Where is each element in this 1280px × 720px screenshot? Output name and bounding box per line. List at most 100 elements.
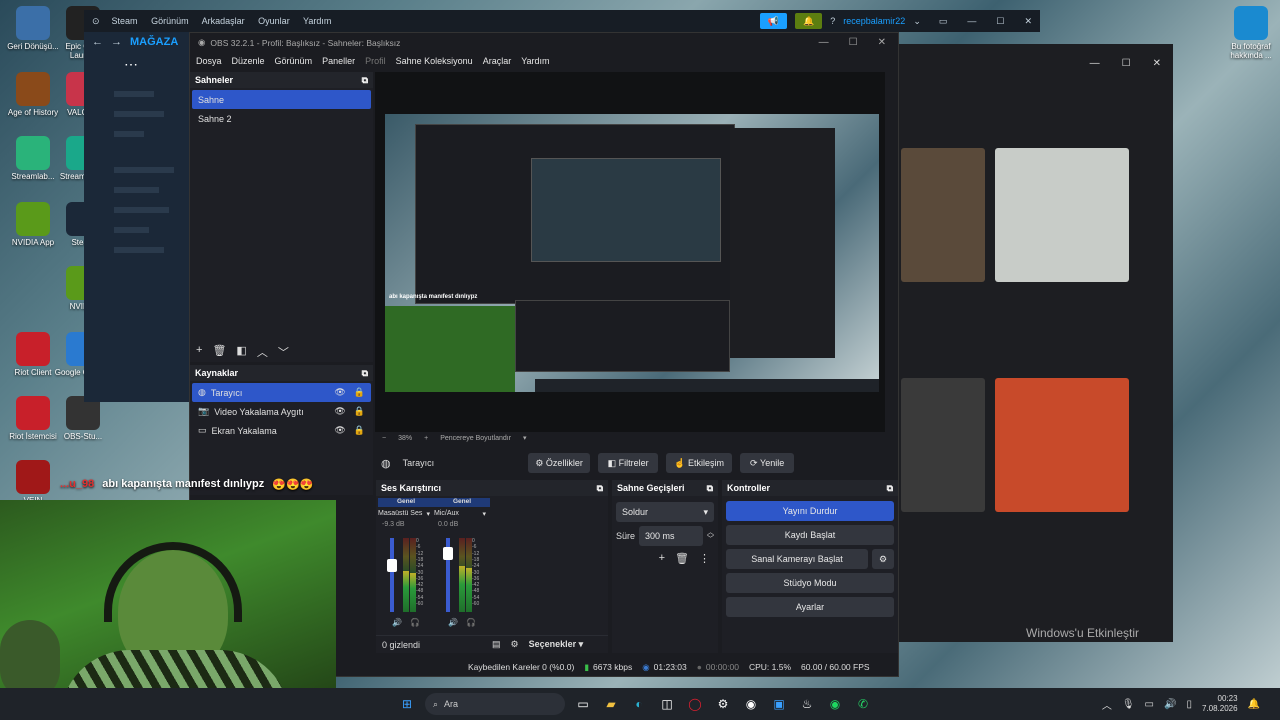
visibility-eye-icon[interactable]: 👁	[334, 425, 345, 436]
album-tile[interactable]	[995, 378, 1129, 512]
desktop-icon[interactable]: Bu fotoğraf hakkında ...	[1222, 6, 1280, 61]
monitor-icon[interactable]: ▭	[939, 16, 948, 27]
store-tab[interactable]: MAĞAZA	[130, 36, 178, 48]
help-button[interactable]: ?	[830, 16, 835, 26]
minimize-button[interactable]: —	[1090, 58, 1100, 69]
mixer-options-button[interactable]: Seçenekler ▾	[529, 639, 584, 650]
zoom-in-icon[interactable]: +	[424, 435, 428, 442]
start-recording-button[interactable]: Kaydı Başlat	[726, 525, 894, 545]
move-down-icon[interactable]: ﹀	[278, 344, 289, 360]
source-item[interactable]: ▭ Ekran Yakalama 👁 🔒	[192, 421, 371, 440]
announce-button[interactable]: 📢	[759, 13, 788, 29]
volume-fader-handle[interactable]	[387, 558, 397, 572]
headphones-icon[interactable]: 🎧	[466, 618, 476, 627]
trash-icon[interactable]: 🗑	[675, 552, 689, 565]
layout-icon[interactable]: ▤	[492, 639, 501, 650]
undock-icon[interactable]: ⧉	[597, 483, 603, 494]
file-explorer-icon[interactable]: ▰	[600, 693, 622, 715]
filter-icon[interactable]: ◧	[236, 344, 246, 360]
preview-area[interactable]: abı kapanışta manıfest dınlıypz	[375, 72, 885, 432]
settings-icon[interactable]: ⚙	[511, 639, 519, 650]
album-tile[interactable]	[995, 148, 1129, 282]
task-view-icon[interactable]: ▭	[572, 693, 594, 715]
spotify-icon[interactable]: ◉	[824, 693, 846, 715]
zoom-out-icon[interactable]: −	[382, 435, 386, 442]
interact-button[interactable]: ☝ Etkileşim	[666, 453, 733, 473]
edge-icon[interactable]: ◐	[628, 693, 650, 715]
transition-select[interactable]: Soldur ▾	[616, 502, 714, 522]
minimize-button[interactable]: —	[967, 16, 976, 26]
forward-icon[interactable]: →	[111, 36, 122, 48]
chevron-down-icon[interactable]: ▾	[523, 434, 527, 442]
photos-icon[interactable]: ▣	[768, 693, 790, 715]
menu-file[interactable]: Dosya	[196, 56, 222, 66]
source-item[interactable]: 📷 Video Yakalama Aygıtı 👁 🔒	[192, 402, 371, 421]
menu-view[interactable]: Görünüm	[275, 56, 313, 66]
source-item[interactable]: ◍ Tarayıcı 👁 🔒	[192, 383, 371, 402]
filters-button[interactable]: ◧ Filtreler	[598, 453, 659, 473]
settings-icon[interactable]: ⚙	[712, 693, 734, 715]
whatsapp-icon[interactable]: ✆	[852, 693, 874, 715]
album-tile[interactable]	[901, 148, 985, 282]
maximize-button[interactable]: ☐	[996, 16, 1004, 27]
mute-icon[interactable]: 🔊	[448, 618, 458, 627]
visibility-eye-icon[interactable]: 👁	[334, 406, 345, 417]
stepper-icon[interactable]: ︿ ﹀	[707, 529, 714, 543]
steam-menu-view[interactable]: Görünüm	[151, 16, 189, 26]
undock-icon[interactable]: ⧉	[362, 368, 368, 379]
menu-help[interactable]: Yardım	[521, 56, 549, 66]
menu-tools[interactable]: Araçlar	[483, 56, 512, 66]
notifications-button[interactable]: 🔔	[795, 13, 823, 29]
close-button[interactable]: ✕	[878, 37, 886, 48]
desktop-icon[interactable]: VEIN	[4, 460, 62, 506]
clock[interactable]: 00:23 7.08.2026	[1202, 694, 1238, 715]
add-icon[interactable]: +	[196, 344, 202, 360]
start-virtual-camera-button[interactable]: Sanal Kamerayı Başlat	[726, 549, 868, 569]
steam-menu-steam[interactable]: Steam	[112, 16, 138, 26]
album-tile[interactable]	[901, 378, 985, 512]
steam-user[interactable]: recepbalamir22	[843, 16, 905, 26]
volume-fader-handle[interactable]	[443, 546, 453, 560]
more-icon[interactable]: ⋯	[84, 52, 199, 77]
battery-icon[interactable]: ▯	[1186, 699, 1192, 710]
steam-menu-friends[interactable]: Arkadaşlar	[202, 16, 245, 26]
studio-mode-button[interactable]: Stüdyo Modu	[726, 573, 894, 593]
menu-docks[interactable]: Paneller	[322, 56, 355, 66]
channel-name-row[interactable]: Masaüstü Ses ▾	[378, 510, 434, 518]
lock-icon[interactable]: 🔒	[354, 425, 365, 436]
lock-icon[interactable]: 🔒	[354, 406, 365, 417]
menu-scene-collection[interactable]: Sahne Koleksiyonu	[396, 56, 473, 66]
minimize-button[interactable]: —	[819, 37, 829, 48]
refresh-button[interactable]: ⟳ Yenile	[740, 453, 795, 473]
settings-button[interactable]: Ayarlar	[726, 597, 894, 617]
close-button[interactable]: ✕	[1153, 58, 1161, 69]
obs-icon[interactable]: ◉	[740, 693, 762, 715]
maximize-button[interactable]: ☐	[1122, 58, 1131, 69]
back-icon[interactable]: ←	[92, 36, 103, 48]
undock-icon[interactable]: ⧉	[362, 75, 368, 86]
menu-profile[interactable]: Profil	[365, 56, 386, 66]
headphones-icon[interactable]: 🎧	[410, 618, 420, 627]
steam-menu-help[interactable]: Yardım	[303, 16, 331, 26]
undock-icon[interactable]: ⧉	[887, 483, 893, 494]
desktop-icon[interactable]: OBS-Stu...	[54, 396, 112, 442]
properties-button[interactable]: ⚙ Özellikler	[528, 453, 591, 473]
start-button[interactable]: ⊞	[396, 693, 418, 715]
fit-to-window[interactable]: Pencereye Boyutlandır	[440, 435, 511, 442]
menu-edit[interactable]: Düzenle	[232, 56, 265, 66]
chevron-up-icon[interactable]: ︿	[1102, 697, 1112, 712]
lock-icon[interactable]: 🔒	[354, 387, 365, 398]
steam-icon[interactable]: ♨	[796, 693, 818, 715]
move-up-icon[interactable]: ︿	[257, 344, 268, 360]
maximize-button[interactable]: ☐	[849, 37, 858, 48]
duration-input[interactable]: 300 ms	[639, 526, 703, 546]
trash-icon[interactable]: 🗑	[212, 344, 226, 360]
visibility-eye-icon[interactable]: 👁	[334, 387, 345, 398]
scene-item[interactable]: Sahne 2	[192, 109, 371, 128]
undock-icon[interactable]: ⧉	[707, 483, 713, 494]
opera-icon[interactable]: ◯	[684, 693, 706, 715]
close-button[interactable]: ✕	[1024, 16, 1032, 27]
volume-icon[interactable]: 🔊	[1164, 699, 1176, 710]
more-vertical-icon[interactable]: ⋮	[699, 552, 710, 565]
virtual-camera-settings-button[interactable]: ⚙	[872, 549, 894, 569]
